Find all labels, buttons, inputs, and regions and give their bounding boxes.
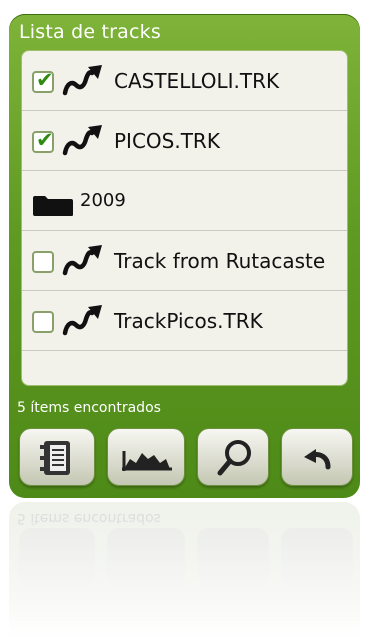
elevation-profile-button[interactable] — [107, 428, 185, 486]
track-icon — [62, 245, 102, 276]
list-item-track[interactable]: ✔ CASTELLOLI.TRK — [22, 51, 347, 111]
track-checkbox[interactable]: ✔ — [32, 128, 54, 153]
back-button[interactable] — [281, 428, 353, 486]
track-icon — [62, 125, 102, 156]
item-label: PICOS.TRK — [114, 129, 220, 153]
search-button[interactable] — [197, 428, 269, 486]
back-button-reflection — [281, 528, 353, 586]
back-arrow-icon — [304, 449, 331, 470]
window-title: Lista de tracks — [19, 21, 161, 43]
checkmark-icon: ✔ — [36, 68, 54, 92]
item-label: CASTELLOLI.TRK — [114, 69, 280, 93]
track-icon — [62, 305, 102, 336]
folder-icon — [33, 196, 73, 216]
item-label: TrackPicos.TRK — [114, 309, 263, 333]
elevation-profile-button-reflection — [107, 528, 185, 586]
search-button-reflection — [197, 528, 269, 586]
track-icon — [62, 65, 102, 96]
list-item-track[interactable]: Track from Rutacaste — [22, 231, 347, 291]
list-item-track[interactable]: TrackPicos.TRK — [22, 291, 347, 351]
track-checkbox[interactable] — [32, 251, 54, 273]
item-label: 2009 — [80, 190, 126, 211]
reflection-backdrop: 5 ítems encontrados — [9, 502, 360, 639]
track-checkbox[interactable]: ✔ — [32, 68, 54, 93]
notebook-button[interactable] — [19, 428, 95, 486]
items-found-status-reflection: 5 ítems encontrados — [17, 510, 161, 526]
panel-reflection: 5 ítems encontrados — [9, 502, 360, 639]
item-label: Track from Rutacaste — [114, 249, 326, 273]
checkmark-icon: ✔ — [36, 128, 54, 152]
items-found-status: 5 ítems encontrados — [17, 400, 161, 416]
track-list-window: Lista de tracks ✔ CASTELLOLI.TRK ✔ PICOS… — [9, 14, 360, 498]
search-icon — [217, 440, 251, 476]
notebook-button-reflection — [19, 528, 95, 586]
list-item-folder[interactable]: 2009 — [22, 171, 347, 231]
track-list[interactable]: ✔ CASTELLOLI.TRK ✔ PICOS.TRK 2009 Track … — [21, 50, 348, 386]
track-checkbox[interactable] — [32, 311, 54, 333]
notebook-icon — [40, 441, 70, 475]
elevation-profile-icon — [122, 451, 172, 471]
list-item-track[interactable]: ✔ PICOS.TRK — [22, 111, 347, 171]
